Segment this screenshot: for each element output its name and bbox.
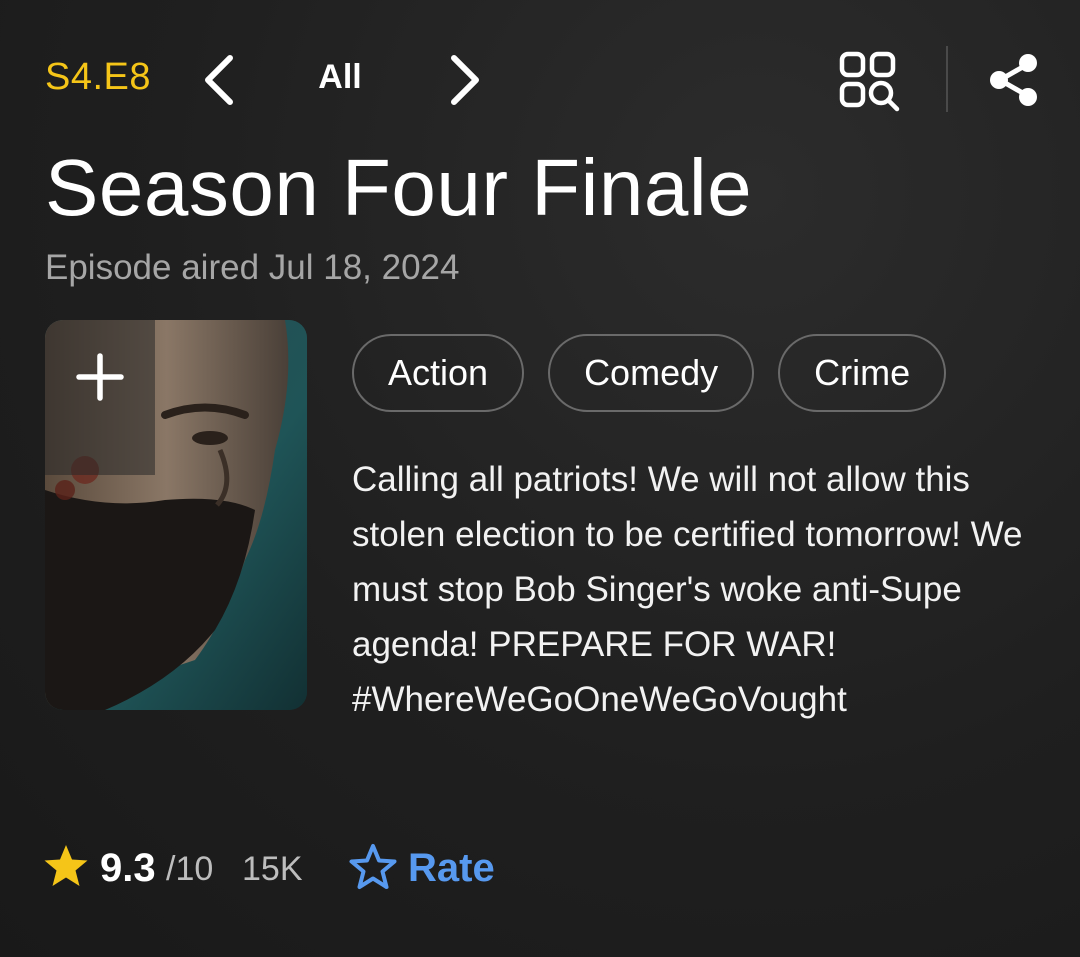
genre-chips: Action Comedy Crime xyxy=(352,334,947,412)
chevron-left-icon xyxy=(205,55,233,105)
episode-title: Season Four Finale xyxy=(45,143,753,232)
share-button[interactable] xyxy=(984,50,1044,110)
star-icon xyxy=(44,845,88,886)
episode-code: S4.E8 xyxy=(45,56,152,98)
share-icon xyxy=(990,54,1037,106)
grid-search-icon xyxy=(839,51,900,112)
rating-value: 9.3 xyxy=(100,846,156,890)
rating-max: /10 xyxy=(166,850,214,888)
genre-chip-crime[interactable]: Crime xyxy=(778,334,947,412)
episode-header-bar: S4.E8 All xyxy=(0,40,1080,120)
rating-row: 9.3 /10 15K Rate xyxy=(42,836,642,896)
all-episodes-link[interactable]: All xyxy=(300,58,380,97)
rate-button[interactable]: Rate xyxy=(348,838,518,894)
chevron-right-icon xyxy=(451,55,479,105)
genre-chip-action[interactable]: Action xyxy=(352,334,525,412)
add-to-watchlist-button[interactable] xyxy=(45,320,155,475)
vote-count: 15K xyxy=(242,850,303,888)
air-date: Episode aired Jul 18, 2024 xyxy=(45,248,460,287)
episode-poster[interactable] xyxy=(45,320,307,710)
next-episode-button[interactable] xyxy=(438,52,488,108)
rate-label: Rate xyxy=(408,846,495,890)
header-divider xyxy=(946,46,948,112)
plus-icon xyxy=(76,353,124,401)
previous-episode-button[interactable] xyxy=(196,52,246,108)
plot-summary: Calling all patriots! We will not allow … xyxy=(352,460,1023,719)
genre-chip-comedy[interactable]: Comedy xyxy=(548,334,755,412)
browse-episodes-button[interactable] xyxy=(836,48,902,114)
star-outline-icon xyxy=(349,844,397,889)
